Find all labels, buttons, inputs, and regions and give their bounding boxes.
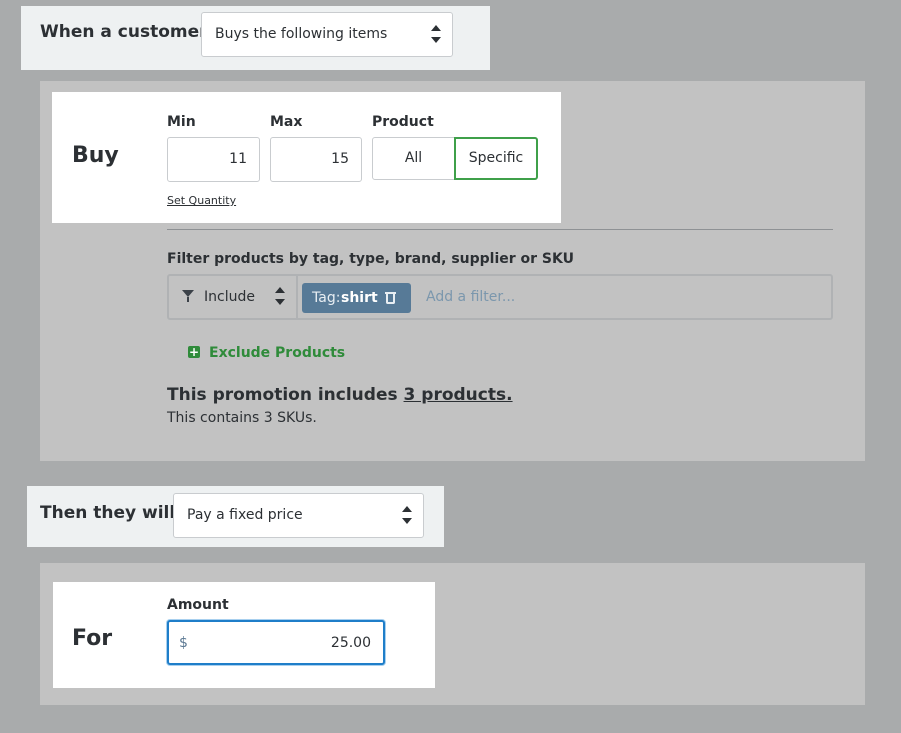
amount-input[interactable]: $ 25.00 [167, 620, 385, 665]
max-quantity-input[interactable]: 15 [270, 137, 362, 182]
sku-count-text: This contains 3 SKUs. [167, 410, 317, 426]
products-link[interactable]: 3 products. [404, 385, 513, 405]
plus-square-icon: + [188, 345, 200, 359]
promotion-summary-text: This promotion includes [167, 385, 398, 405]
min-quantity-input[interactable]: 11 [167, 137, 260, 182]
condition-select-value: Buys the following items [215, 26, 388, 42]
action-row: Then they will Pay a fixed price [27, 486, 444, 547]
trash-icon[interactable] [385, 292, 396, 304]
condition-select[interactable]: Buys the following items [201, 12, 453, 57]
buy-heading: Buy [72, 143, 119, 168]
promotion-summary: This promotion includes 3 products. [167, 385, 513, 405]
action-select[interactable]: Pay a fixed price [173, 493, 424, 538]
buy-card: Buy Min 11 Max 15 Product All Specific S… [52, 92, 561, 223]
currency-symbol: $ [179, 635, 188, 651]
add-filter-input[interactable]: Add a filter... [426, 289, 515, 305]
for-panel: For Amount $ 25.00 [40, 563, 865, 705]
action-select-value: Pay a fixed price [187, 507, 303, 523]
select-arrows-icon [274, 285, 286, 307]
for-card: For Amount $ 25.00 [53, 582, 435, 688]
action-label: Then they will [40, 503, 176, 523]
select-arrows-icon [401, 504, 413, 526]
exclude-products-label: Exclude Products [209, 345, 346, 361]
product-label: Product [372, 114, 434, 130]
tag-value: shirt [341, 290, 378, 306]
filter-bar: Include Tag: shirt Add a filter... [167, 274, 833, 320]
condition-row: When a customer Buys the following items [21, 6, 490, 70]
amount-value: 25.00 [330, 635, 371, 651]
divider [167, 229, 833, 230]
filter-heading: Filter products by tag, type, brand, sup… [167, 251, 574, 267]
product-all-button[interactable]: All [372, 137, 455, 180]
max-label: Max [270, 114, 303, 130]
tag-filter-chip: Tag: shirt [302, 283, 411, 313]
product-specific-button[interactable]: Specific [454, 137, 538, 180]
include-select-value: Include [204, 289, 255, 305]
set-quantity-link[interactable]: Set Quantity [167, 194, 236, 207]
buy-panel: Buy Min 11 Max 15 Product All Specific S… [40, 81, 865, 461]
include-select[interactable]: Include [169, 276, 298, 318]
funnel-icon [182, 290, 194, 302]
tag-prefix: Tag: [312, 290, 341, 306]
select-arrows-icon [430, 23, 442, 45]
amount-label: Amount [167, 597, 229, 613]
for-heading: For [72, 626, 113, 651]
min-label: Min [167, 114, 196, 130]
condition-label: When a customer [40, 22, 208, 42]
